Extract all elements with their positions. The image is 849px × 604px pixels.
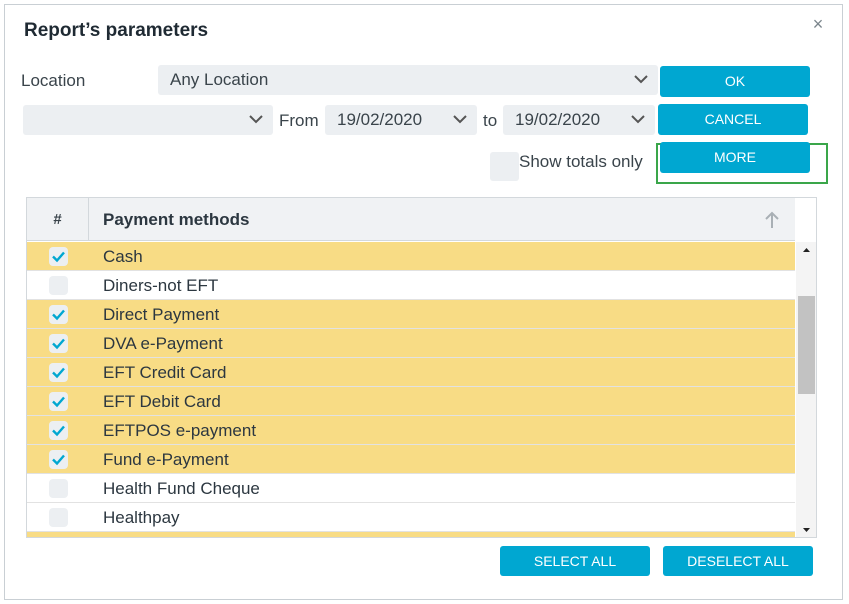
table-row[interactable]: Fund e-Payment: [27, 445, 795, 474]
row-checkbox[interactable]: [49, 479, 68, 498]
table-row[interactable]: Direct Payment: [27, 300, 795, 329]
table-row[interactable]: Healthpay: [27, 503, 795, 532]
row-checkbox[interactable]: [49, 305, 68, 324]
row-label: Direct Payment: [103, 305, 220, 324]
row-checkbox[interactable]: [49, 421, 68, 440]
more-button[interactable]: MORE: [660, 142, 810, 173]
row-label: Fund e-Payment: [103, 450, 229, 469]
check-icon: [52, 454, 65, 466]
table-row[interactable]: Diners-not EFT: [27, 271, 795, 300]
close-icon[interactable]: ×: [807, 13, 829, 35]
scrollbar-thumb[interactable]: [798, 296, 815, 394]
period-select[interactable]: [23, 105, 273, 135]
row-label: Diners-not EFT: [103, 276, 219, 295]
location-select[interactable]: Any Location: [158, 65, 658, 95]
row-label: EFTPOS e-payment: [103, 421, 257, 440]
to-label: to: [483, 111, 498, 130]
check-icon: [52, 367, 65, 379]
grid-scrollbar[interactable]: [796, 242, 817, 538]
cancel-button[interactable]: CANCEL: [658, 104, 808, 135]
show-totals-checkbox[interactable]: [490, 152, 519, 181]
row-checkbox[interactable]: [49, 537, 68, 538]
check-icon: [52, 396, 65, 408]
row-checkbox[interactable]: [49, 392, 68, 411]
to-date-select[interactable]: 19/02/2020: [503, 105, 655, 135]
report-parameters-dialog: Report’s parameters × Location Any Locat…: [4, 4, 843, 600]
row-checkbox[interactable]: [49, 334, 68, 353]
location-label: Location: [21, 71, 86, 90]
table-row[interactable]: Cash: [27, 242, 795, 271]
chevron-down-icon: [634, 75, 648, 84]
location-value: Any Location: [170, 70, 269, 89]
row-checkbox[interactable]: [49, 508, 68, 527]
to-date-value: 19/02/2020: [515, 110, 601, 129]
row-label: Health Fund Cheque: [103, 479, 260, 498]
table-row[interactable]: EFT Debit Card: [27, 387, 795, 416]
deselect-all-button[interactable]: DESELECT ALL: [663, 546, 813, 576]
row-checkbox[interactable]: [49, 450, 68, 469]
from-date-select[interactable]: 19/02/2020: [325, 105, 477, 135]
grid-rows: Cash Diners-not EFT Direct Payment DVA e-Pa…: [27, 242, 795, 538]
column-header-hash: #: [27, 198, 89, 241]
row-label: DVA e-Payment: [103, 334, 223, 353]
scroll-down-icon[interactable]: [796, 522, 817, 538]
row-checkbox[interactable]: [49, 363, 68, 382]
dialog-title: Report’s parameters: [24, 20, 209, 41]
table-row[interactable]: [27, 532, 795, 538]
select-all-button[interactable]: SELECT ALL: [500, 546, 650, 576]
row-checkbox[interactable]: [49, 276, 68, 295]
show-totals-label: Show totals only: [519, 152, 643, 171]
from-date-value: 19/02/2020: [337, 110, 423, 129]
row-label: Cash: [103, 247, 143, 266]
chevron-down-icon: [249, 115, 263, 124]
check-icon: [52, 251, 65, 263]
row-checkbox[interactable]: [49, 247, 68, 266]
grid-header: # Payment methods: [27, 198, 795, 241]
check-icon: [52, 425, 65, 437]
table-row[interactable]: Health Fund Cheque: [27, 474, 795, 503]
payment-methods-grid: # Payment methods Cash Diners-not EFT Dire…: [26, 197, 817, 538]
row-label: EFT Debit Card: [103, 392, 221, 411]
sort-ascending-icon[interactable]: [764, 211, 780, 229]
from-label: From: [279, 111, 319, 130]
chevron-down-icon: [631, 115, 645, 124]
check-icon: [52, 338, 65, 350]
chevron-down-icon: [453, 115, 467, 124]
check-icon: [52, 309, 65, 321]
table-row[interactable]: EFTPOS e-payment: [27, 416, 795, 445]
row-label: EFT Credit Card: [103, 363, 227, 382]
table-row[interactable]: EFT Credit Card: [27, 358, 795, 387]
row-label: Healthpay: [103, 508, 180, 527]
column-header-payment-methods[interactable]: Payment methods: [103, 198, 249, 241]
scroll-up-icon[interactable]: [796, 242, 817, 258]
ok-button[interactable]: OK: [660, 66, 810, 97]
table-row[interactable]: DVA e-Payment: [27, 329, 795, 358]
